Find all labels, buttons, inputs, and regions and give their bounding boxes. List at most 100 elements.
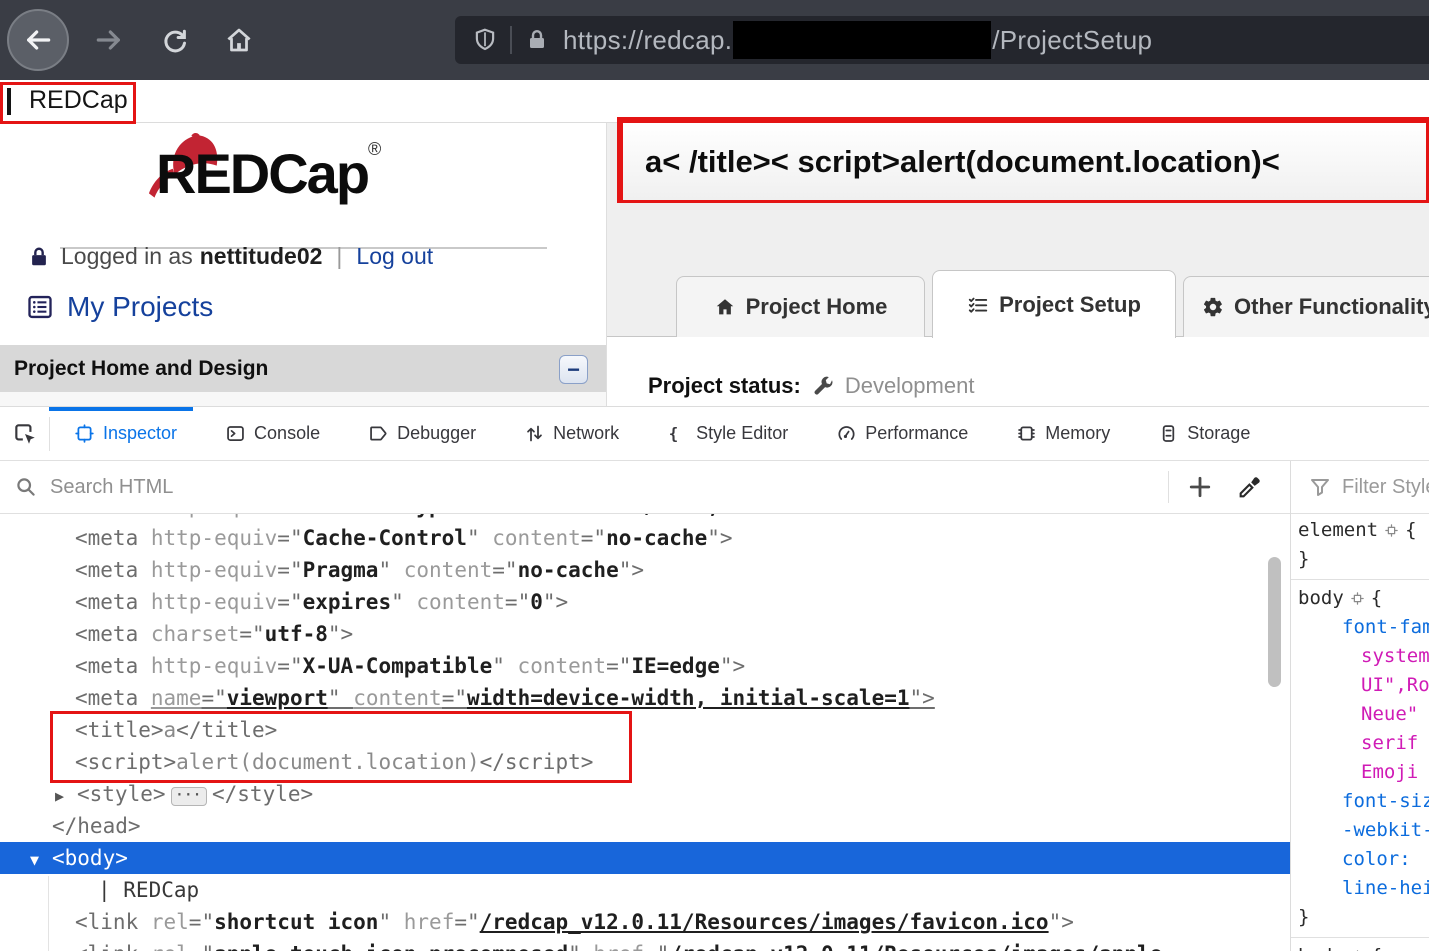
- rule-selector[interactable]: body{: [1291, 584, 1429, 613]
- rule-selector[interactable]: element{: [1291, 516, 1429, 545]
- forward-button[interactable]: [87, 18, 131, 62]
- source-token: content: [480, 514, 569, 518]
- source-token: <link: [75, 910, 151, 934]
- memory-icon: [1016, 423, 1037, 444]
- html-source-line[interactable]: <meta http-equiv="expires" content="0">: [0, 586, 1290, 618]
- tab-label: Project Home: [746, 294, 888, 320]
- devtools-tab-performance[interactable]: Performance: [812, 407, 992, 460]
- html-source-line[interactable]: <meta http-equiv="Pragma" content="no-ca…: [0, 554, 1290, 586]
- search-icon: [14, 475, 38, 499]
- pick-element-button[interactable]: [12, 421, 38, 447]
- html-source-line[interactable]: <link rel="shortcut icon" href="/redcap_…: [0, 906, 1290, 938]
- css-value[interactable]: UI",Rob: [1291, 671, 1429, 700]
- css-property[interactable]: -webkit-: [1291, 816, 1429, 845]
- source-token: ": [454, 514, 479, 518]
- tab-other-functionality[interactable]: Other Functionality: [1183, 276, 1429, 337]
- source-token: ">: [910, 686, 935, 710]
- html-source-line[interactable]: <script>alert(document.location)</script…: [0, 746, 1290, 778]
- html-source-line[interactable]: <link rel="apple-touch-icon-precomposed"…: [0, 938, 1290, 951]
- home-icon: [224, 25, 254, 55]
- registered-mark: ®: [368, 139, 381, 159]
- filter-styles-input[interactable]: [1340, 475, 1429, 500]
- html-source-line[interactable]: <meta name="viewport" content="width=dev…: [0, 682, 1290, 714]
- html-source-line[interactable]: <meta http-equiv="Cache-Control" content…: [0, 522, 1290, 554]
- css-value[interactable]: Emoji: [1291, 758, 1429, 787]
- css-value[interactable]: Neue": [1291, 700, 1429, 729]
- url-path: /ProjectSetup: [992, 25, 1152, 56]
- css-property[interactable]: font-family:: [1291, 613, 1429, 642]
- ellipsis-badge[interactable]: ···: [171, 787, 207, 806]
- css-property[interactable]: color:: [1291, 845, 1429, 874]
- network-icon: [524, 423, 545, 444]
- tracking-shield-icon[interactable]: [472, 27, 498, 53]
- html-source-line[interactable]: ▶<style>···</style>: [0, 778, 1290, 810]
- back-arrow-icon: [22, 24, 54, 56]
- eyedropper-button[interactable]: [1236, 473, 1264, 506]
- forward-arrow-icon: [93, 24, 125, 56]
- tab-project-home[interactable]: Project Home: [676, 276, 925, 337]
- html-source-line[interactable]: <title>a</title>: [0, 714, 1290, 746]
- css-property[interactable]: font-size:: [1291, 787, 1429, 816]
- my-projects-link[interactable]: My Projects: [26, 291, 213, 323]
- minus-icon: −: [567, 359, 580, 381]
- html-source-line[interactable]: </head>: [0, 810, 1290, 842]
- tab-project-setup[interactable]: Project Setup: [932, 270, 1176, 338]
- expand-arrow-icon[interactable]: ▼: [30, 844, 52, 876]
- rules-pane: element{}body{font-family:systemUI",RobN…: [1291, 514, 1429, 951]
- source-token: utf-8: [265, 622, 328, 646]
- scrollbar-thumb[interactable]: [1268, 557, 1281, 687]
- devtools-tabbar-tools: InspectorConsoleDebuggerNetwork{ }Style …: [50, 407, 1274, 460]
- source-token: content: [518, 654, 607, 678]
- source-token: Cache-Control: [303, 526, 467, 550]
- css-value[interactable]: system: [1291, 642, 1429, 671]
- source-token: <meta: [75, 622, 151, 646]
- source-token: <meta: [75, 590, 151, 614]
- search-html-input[interactable]: [48, 475, 752, 500]
- source-token: ": [391, 590, 416, 614]
- html-source-line[interactable]: ▼<body>: [0, 842, 1290, 874]
- source-token: 0: [530, 590, 543, 614]
- filter-styles-bar: [1308, 461, 1429, 513]
- reload-button[interactable]: [153, 18, 197, 62]
- devtools-tab-network[interactable]: Network: [500, 407, 643, 460]
- devtools-tab-style-editor[interactable]: { }Style Editor: [643, 407, 812, 460]
- source-token: <meta: [75, 514, 151, 518]
- panel-header: Project Home and Design −: [0, 345, 606, 392]
- source-token: =": [606, 654, 631, 678]
- source-token: =": [442, 686, 467, 710]
- devtools-panel: InspectorConsoleDebuggerNetwork{ }Style …: [0, 406, 1429, 950]
- url-bar[interactable]: https://redcap. /ProjectSetup: [455, 16, 1429, 64]
- css-value[interactable]: serif: [1291, 729, 1429, 758]
- devtools-body: <meta http-equiv="Content-Type" content=…: [0, 514, 1429, 951]
- expand-arrow-icon[interactable]: ▶: [55, 780, 77, 812]
- devtools-tab-console[interactable]: Console: [201, 407, 344, 460]
- wrench-icon: [811, 374, 835, 398]
- create-node-button[interactable]: [1186, 473, 1214, 506]
- source-token: Pragma: [303, 558, 379, 582]
- devtools-tab-debugger[interactable]: Debugger: [344, 407, 500, 460]
- collapse-button[interactable]: −: [559, 355, 588, 384]
- source-token: =": [277, 590, 302, 614]
- html-source-line[interactable]: <meta http-equiv="Content-Type" content=…: [0, 514, 1290, 522]
- url-redaction-box: [733, 21, 991, 59]
- login-prefix: Logged in as: [61, 243, 193, 270]
- logout-link[interactable]: Log out: [356, 243, 433, 270]
- html-source-line[interactable]: <meta http-equiv="X-UA-Compatible" conte…: [0, 650, 1290, 682]
- home-button[interactable]: [217, 18, 261, 62]
- pick-element-icon: [12, 421, 38, 447]
- devtools-tab-inspector[interactable]: Inspector: [50, 407, 201, 460]
- tab-label: Other Functionality: [1234, 294, 1429, 320]
- html-source-line[interactable]: <meta charset="utf-8">: [0, 618, 1290, 650]
- devtools-tab-storage[interactable]: Storage: [1134, 407, 1274, 460]
- back-button[interactable]: [7, 9, 69, 71]
- source-token: ">: [720, 654, 745, 678]
- svg-text:{ }: { }: [669, 424, 688, 443]
- source-token: Content-Type: [303, 514, 455, 518]
- lock-icon[interactable]: [525, 28, 549, 52]
- css-property[interactable]: line-height:: [1291, 874, 1429, 903]
- source-token: http-equiv: [151, 514, 277, 518]
- html-source-line[interactable]: | REDCap: [0, 874, 1290, 906]
- devtools-tab-memory[interactable]: Memory: [992, 407, 1134, 460]
- style-editor-icon: { }: [667, 423, 688, 444]
- eyedropper-icon: [1236, 473, 1264, 501]
